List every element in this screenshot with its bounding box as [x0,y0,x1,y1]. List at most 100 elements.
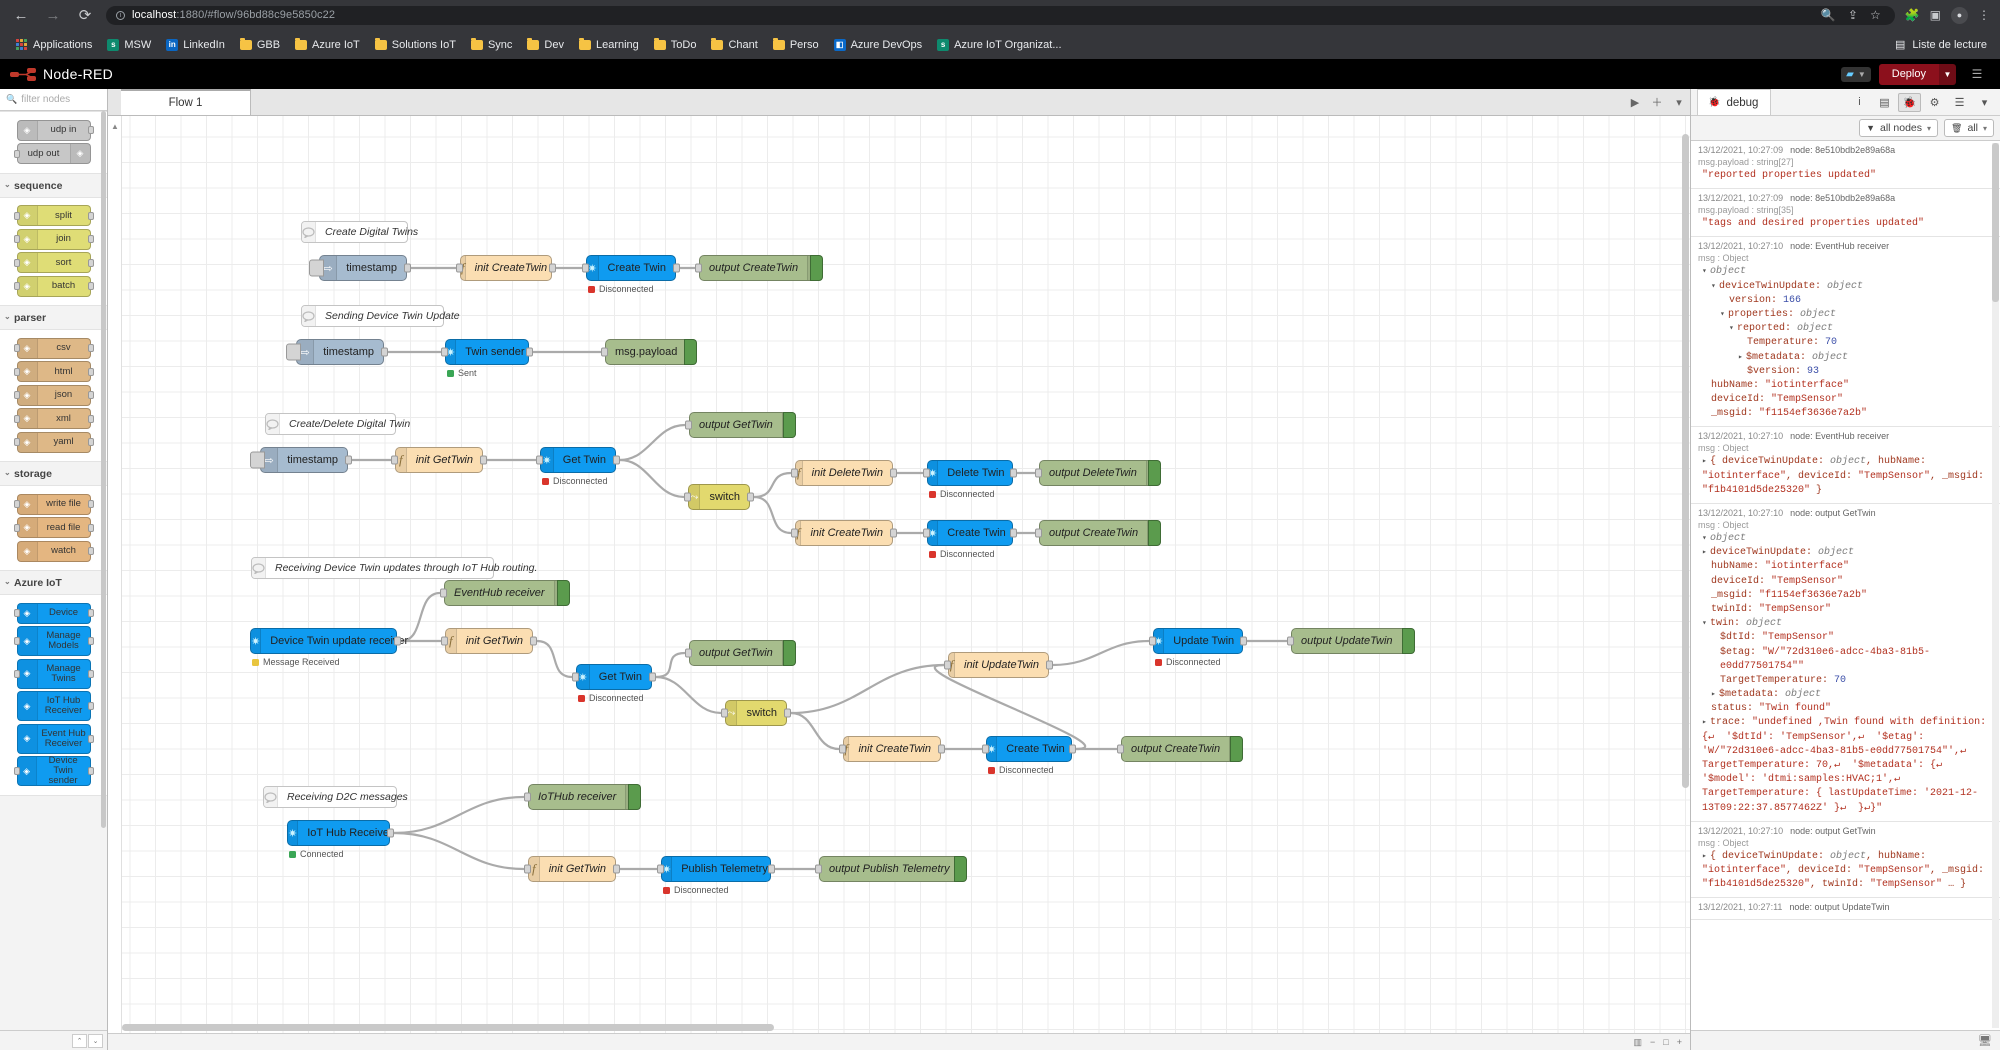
node-port-out[interactable] [1046,660,1053,670]
node-port-in[interactable] [685,420,692,430]
filter-nodes-dropdown[interactable]: ▼ all nodes ▾ [1859,119,1939,137]
debug-source-node[interactable]: node: output GetTwin [1790,826,1876,836]
node-port-in[interactable] [456,263,463,273]
flow-node-eventhub-receiver[interactable]: ≡EventHub receiver [440,580,570,606]
debug-source-node[interactable]: node: output UpdateTwin [1789,902,1889,912]
menu-kebab-icon[interactable]: ⋮ [1978,8,1990,22]
node-port-in[interactable] [695,263,702,273]
node-port-out[interactable] [549,263,556,273]
node-port-in[interactable] [1035,528,1042,538]
palette-node-join[interactable]: ◈ join [13,228,94,250]
flow-node-output-createtwin[interactable]: ≡output CreateTwin [1035,520,1161,546]
debug-toggle-button[interactable] [1402,628,1415,654]
list-icon[interactable]: ☰ [1948,93,1971,112]
palette-node-batch[interactable]: ◈ batch [13,275,94,297]
node-port-out[interactable] [768,864,775,874]
node-port-in[interactable] [582,263,589,273]
node-port-in[interactable] [815,864,822,874]
debug-source-node[interactable]: node: output GetTwin [1790,508,1876,518]
node-port-out[interactable] [673,263,680,273]
scroll-up-icon[interactable]: ▲ [111,122,119,131]
site-info-icon[interactable]: i [116,10,125,20]
flow-node-timestamp[interactable]: ⇨ timestamp [286,339,388,365]
node-port-out[interactable] [747,492,754,502]
bookmark-azure-iot[interactable]: Azure IoT [288,36,367,54]
debug-scroll-thumb[interactable] [1992,143,1999,303]
flow-node-iot-hub-receiver[interactable]: ✷ IoT Hub Receiver Connected [287,820,394,859]
vscroll-thumb[interactable] [1682,134,1689,788]
palette-node-xml[interactable]: ◈ xml [13,408,94,429]
node-port-in[interactable] [441,347,448,357]
palette-expand-all-icon[interactable]: ⌄ [88,1033,103,1048]
node-port-out[interactable] [784,708,791,718]
zoom-reset-button[interactable]: □ [1663,1037,1668,1047]
palette-scroll-area[interactable]: ◈ udp in ◈ udp out ⌄ sequence ◈ split ◈ join ◈ sort… [0,111,107,1030]
bookmark-azure-iot-organizat[interactable]: s Azure IoT Organizat... [930,36,1068,54]
canvas-navigator-icon[interactable]: ▥ [1634,1037,1643,1048]
debug-source-node[interactable]: node: EventHub receiver [1790,431,1889,441]
debug-message[interactable]: 13/12/2021, 10:27:11 node: output UpdateT… [1691,898,2000,921]
debug-toggle-button[interactable] [810,255,823,281]
node-port-out[interactable] [404,263,411,273]
palette-collapse-all-icon[interactable]: ⌃ [72,1033,87,1048]
node-port-out[interactable] [890,468,897,478]
flow-node-timestamp[interactable]: ⇨ timestamp [309,255,411,281]
node-port-out[interactable] [613,864,620,874]
palette-node-sort[interactable]: ◈ sort [13,252,94,273]
canvas-vscrollbar[interactable] [1681,116,1690,1024]
open-debug-window-icon[interactable]: 🖥 [1978,1034,1992,1047]
debug-bug-icon[interactable]: 🐞 [1898,92,1921,112]
flow-node-publish-telemetry[interactable]: ✷ Publish Telemetry Disconnected [657,856,775,895]
palette-node-event-hub-receiver[interactable]: ◈ Event Hub Receiver [16,723,94,754]
node-port-in[interactable] [1035,468,1042,478]
flow-node-output-updatetwin[interactable]: ≡output UpdateTwin [1287,628,1415,654]
node-port-in[interactable] [923,528,930,538]
palette-scrollbar[interactable] [101,111,106,828]
node-port-out[interactable] [394,636,401,646]
debug-message-list[interactable]: 13/12/2021, 10:27:09 node: 8e510bdb2e89a6… [1691,141,2000,1030]
node-port-in[interactable] [721,708,728,718]
flow-node-init-updatetwin[interactable]: f init UpdateTwin [944,652,1053,678]
node-port-out[interactable] [1069,744,1076,754]
node-port-in[interactable] [601,347,608,357]
flow-node-get-twin[interactable]: ✷ Get Twin Disconnected [536,447,620,486]
debug-message[interactable]: 13/12/2021, 10:27:09 node: 8e510bdb2e89a6… [1691,141,2000,190]
node-port-in[interactable] [839,744,846,754]
flow-node-create-twin[interactable]: ✷ Create Twin Disconnected [923,520,1017,559]
flow-node-switch[interactable]: ⤳ switch [684,484,754,510]
palette-node-split[interactable]: ◈ split [13,205,94,226]
flow-node-output-deletetwin[interactable]: ≡output DeleteTwin [1035,460,1161,486]
palette-node-write-file[interactable]: ◈ write file [13,493,94,515]
comment-node[interactable]: Create/Delete Digital Twin [265,413,410,435]
extension-puzzle-icon[interactable]: 🧩 [1905,8,1920,22]
node-port-in[interactable] [791,468,798,478]
debug-message[interactable]: 13/12/2021, 10:27:10 node: EventHub recei… [1691,237,2000,428]
node-port-out[interactable] [1240,636,1247,646]
flow-node-output-createtwin[interactable]: ≡output CreateTwin [1117,736,1243,762]
forward-arrow-icon[interactable]: → [42,4,64,26]
node-port-out[interactable] [530,636,537,646]
node-port-in[interactable] [982,744,989,754]
node-port-out[interactable] [387,828,394,838]
node-port-out[interactable] [526,347,533,357]
node-port-in[interactable] [923,468,930,478]
debug-message[interactable]: 13/12/2021, 10:27:10 node: EventHub recei… [1691,427,2000,504]
tab-flow-1[interactable]: Flow 1 [121,89,251,115]
flow-node-output-publish-telemetry[interactable]: ≡output Publish Telemetry [815,856,967,882]
palette-node-device[interactable]: ◈ Device [13,602,94,624]
palette-node-manage-models[interactable]: ◈ Manage Models [13,626,94,656]
flow-canvas[interactable]: ▲ Create Digital Twins Sending Device Twi… [108,116,1690,1033]
share-icon[interactable]: ⇪ [1848,8,1858,22]
node-port-in[interactable] [572,672,579,682]
debug-message[interactable]: 13/12/2021, 10:27:09 node: 8e510bdb2e89a6… [1691,189,2000,238]
hamburger-menu-icon[interactable]: ☰ [1964,64,1990,85]
debug-source-node[interactable]: node: EventHub receiver [1790,241,1889,251]
flow-node-delete-twin[interactable]: ✷ Delete Twin Disconnected [923,460,1017,499]
debug-scrollbar[interactable] [1992,143,1999,1028]
flow-node-switch[interactable]: ⤳ switch [721,700,791,726]
node-port-out[interactable] [938,744,945,754]
flow-node-init-gettwin[interactable]: f init GetTwin [441,628,537,654]
flow-node-init-gettwin[interactable]: f init GetTwin [524,856,620,882]
node-port-out[interactable] [345,455,352,465]
node-port-out[interactable] [1010,528,1017,538]
